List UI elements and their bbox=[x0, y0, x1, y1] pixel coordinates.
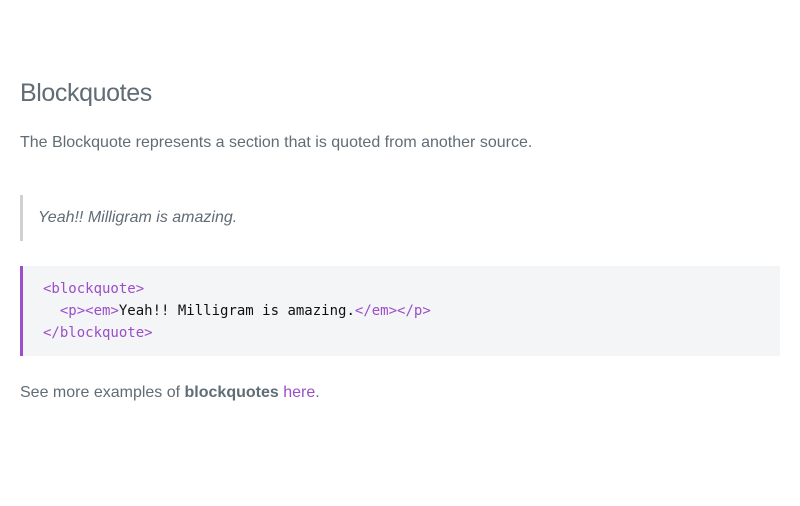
code-tag-p-open: <p> bbox=[59, 303, 86, 319]
here-link[interactable]: here bbox=[283, 384, 315, 401]
section-title: Blockquotes bbox=[20, 79, 152, 107]
code-tag-em-open: <em> bbox=[85, 303, 119, 319]
code-tag-blockquote-close: </blockquote> bbox=[43, 325, 153, 341]
more-suffix: . bbox=[315, 384, 320, 401]
more-examples: See more examples of blockquotes here. bbox=[20, 383, 320, 403]
example-blockquote: Yeah!! Milligram is amazing. bbox=[20, 195, 760, 241]
code-example: <blockquote> <p><em>Yeah!! Milligram is … bbox=[20, 266, 780, 356]
more-bold-term: blockquotes bbox=[184, 384, 279, 401]
code-tag-blockquote-open: <blockquote> bbox=[43, 281, 145, 297]
section-intro: The Blockquote represents a section that… bbox=[20, 134, 533, 151]
code-text: Yeah!! Milligram is amazing. bbox=[118, 303, 355, 319]
code-tag-em-close: </em> bbox=[354, 303, 398, 319]
blockquote-text: Yeah!! Milligram is amazing. bbox=[38, 209, 238, 226]
code-tag-p-close: </p> bbox=[397, 303, 431, 319]
more-prefix: See more examples of bbox=[20, 384, 185, 401]
